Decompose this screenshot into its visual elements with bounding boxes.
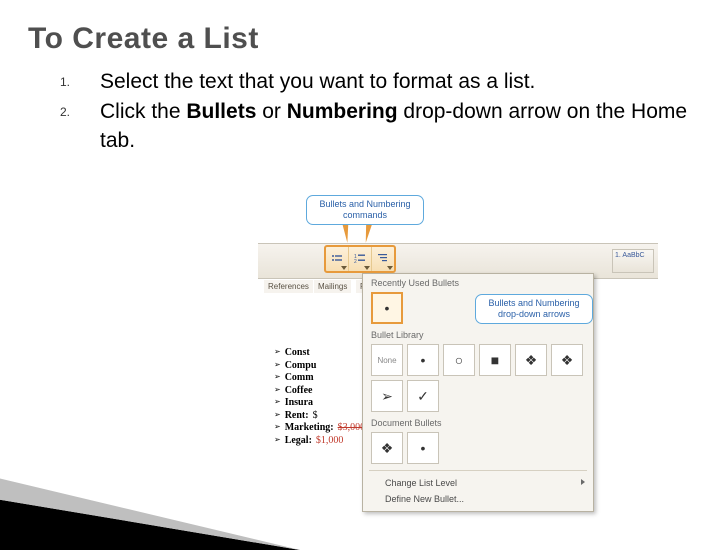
callout-dropdown-arrows: Bullets and Numbering drop-down arrows [475, 294, 593, 324]
chevron-down-icon[interactable] [387, 266, 393, 270]
panel-separator [369, 470, 587, 471]
chevron-down-icon[interactable] [364, 266, 370, 270]
change-list-level-item[interactable]: Change List Level [363, 475, 593, 491]
doc-label: Comm [285, 372, 314, 385]
doc-label: Legal: [285, 435, 312, 448]
ribbon-tab-references[interactable]: References [264, 280, 313, 293]
multilevel-button[interactable] [372, 247, 394, 271]
multilevel-icon [377, 253, 389, 265]
panel-row-document: ❖ • [363, 430, 593, 466]
step-2: 2. Click the Bullets or Numbering drop-d… [60, 98, 692, 155]
doc-label: Insura [285, 397, 313, 410]
bullet-library-panel: Recently Used Bullets • Bullets and Numb… [362, 273, 594, 512]
bullet-option[interactable]: ❖ [551, 344, 583, 376]
bullet-glyph-icon: ➢ [274, 435, 281, 445]
step-2-prefix: Click the [100, 100, 186, 123]
bullets-button[interactable] [326, 247, 349, 271]
style-swatch[interactable]: 1. AaBbC [612, 249, 654, 273]
bullet-glyph-icon: ➢ [274, 397, 281, 407]
screenshot-figure: Bullets and Numbering commands Reference… [258, 195, 658, 435]
svg-text:2: 2 [354, 259, 357, 265]
bullet-option[interactable]: • [371, 292, 403, 324]
change-list-level-label: Change List Level [385, 478, 457, 488]
numbering-button[interactable]: 12 [349, 247, 372, 271]
bullet-glyph-icon: ➢ [274, 347, 281, 357]
step-1-number: 1. [60, 74, 70, 90]
bullet-option[interactable]: ○ [443, 344, 475, 376]
doc-label: Const [285, 347, 310, 360]
doc-value: $ [313, 410, 318, 423]
define-new-bullet-item[interactable]: Define New Bullet... [363, 491, 593, 507]
bullet-glyph-icon: ➢ [274, 385, 281, 395]
panel-header-library: Bullet Library [363, 326, 593, 342]
step-1-text: Select the text that you want to format … [100, 70, 535, 93]
chevron-right-icon [581, 479, 585, 485]
steps-list: 1. Select the text that you want to form… [0, 68, 720, 155]
callout-bullets-numbering-commands: Bullets and Numbering commands [306, 195, 424, 225]
bullet-option[interactable]: ■ [479, 344, 511, 376]
bullets-icon [331, 253, 343, 265]
bullets-numbering-group: 12 [324, 245, 396, 273]
bullet-option[interactable]: • [407, 432, 439, 464]
panel-header-recent: Recently Used Bullets [363, 274, 593, 290]
step-2-mid: or [256, 100, 286, 123]
step-2-number: 2. [60, 104, 70, 120]
bullet-glyph-icon: ➢ [274, 360, 281, 370]
bullet-glyph-icon: ➢ [274, 422, 281, 432]
doc-value-strike: $3,000 [338, 422, 366, 435]
panel-row-library-2: ➢ ✓ [363, 378, 593, 414]
doc-label: Marketing: [285, 422, 334, 435]
numbering-icon: 12 [354, 253, 366, 265]
bullet-glyph-icon: ➢ [274, 410, 281, 420]
bullet-glyph-icon: ➢ [274, 372, 281, 382]
doc-label: Compu [285, 360, 317, 373]
bullet-option[interactable]: ✓ [407, 380, 439, 412]
doc-label: Coffee [285, 385, 313, 398]
ribbon-tab-mailings[interactable]: Mailings [314, 280, 351, 293]
decorative-wedge [0, 400, 300, 550]
step-1: 1. Select the text that you want to form… [60, 68, 692, 96]
chevron-down-icon[interactable] [341, 266, 347, 270]
bullet-option[interactable]: ❖ [371, 432, 403, 464]
bullet-option[interactable]: • [407, 344, 439, 376]
panel-row-library-1: None • ○ ■ ❖ ❖ [363, 342, 593, 378]
step-2-bold-numbering: Numbering [287, 100, 398, 123]
step-2-bold-bullets: Bullets [186, 100, 256, 123]
bullet-option-none[interactable]: None [371, 344, 403, 376]
bullet-option[interactable]: ➢ [371, 380, 403, 412]
doc-value-red: $1,000 [316, 435, 344, 448]
doc-label: Rent: [285, 410, 309, 423]
bullet-option[interactable]: ❖ [515, 344, 547, 376]
slide-title: To Create a List [0, 0, 720, 68]
panel-header-document: Document Bullets [363, 414, 593, 430]
